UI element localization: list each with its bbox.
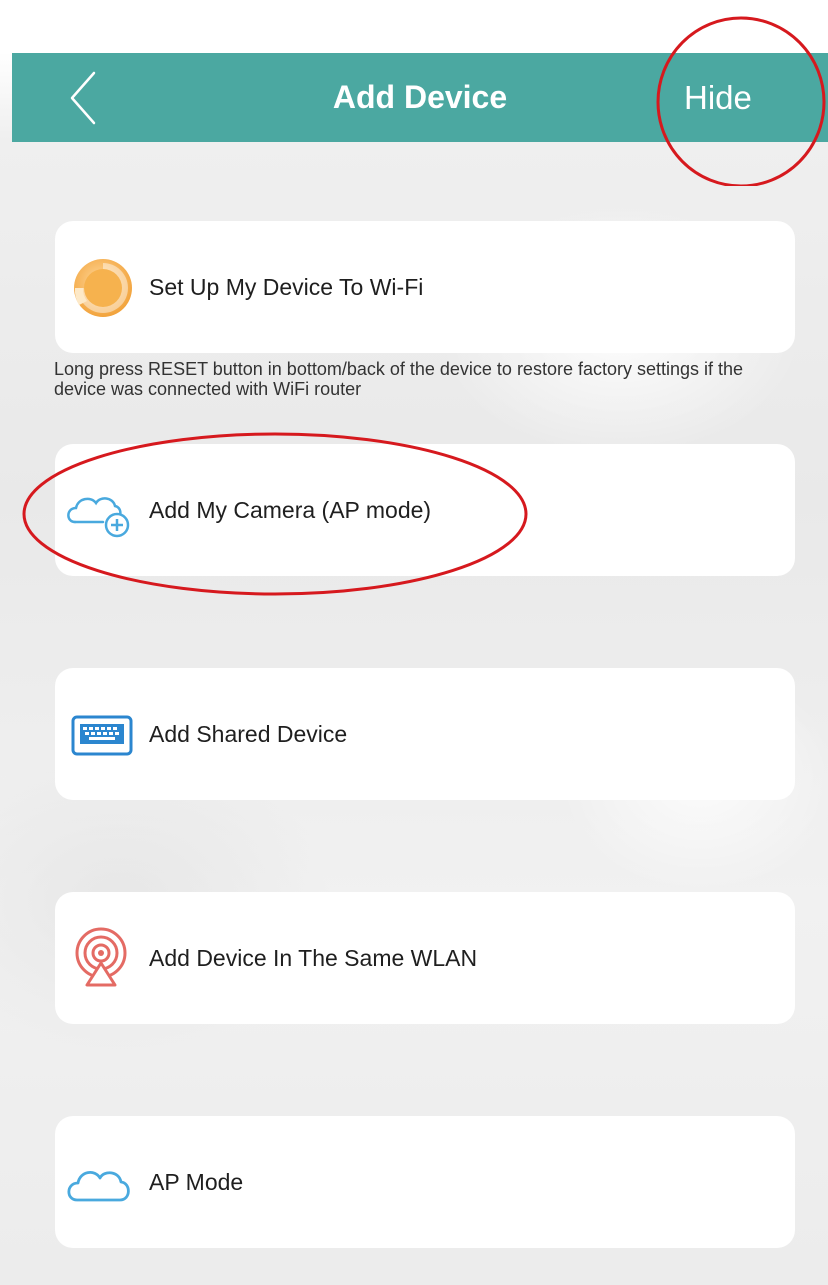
cloud-icon [67,1171,130,1202]
option-label: Add My Camera (AP mode) [149,497,432,523]
back-button[interactable] [64,67,114,129]
keyboard-icon [71,715,133,756]
nav-bar: Add Device Hide [12,53,828,142]
page-background [0,0,828,1285]
option-add-same-wlan[interactable]: Add Device In The Same WLAN [55,892,795,1024]
option-label: Add Shared Device [149,721,348,747]
option-ap-mode[interactable]: AP Mode [55,1116,795,1248]
option-add-camera-ap[interactable]: Add My Camera (AP mode) [55,444,795,576]
hide-button[interactable]: Hide [684,53,752,142]
option-label: Set Up My Device To Wi-Fi [149,274,424,300]
reset-hint: Long press RESET button in bottom/back o… [54,359,744,399]
chevron-left-icon [70,71,96,125]
option-setup-wifi[interactable]: Set Up My Device To Wi-Fi [55,221,795,353]
wlan-signal-icon [75,927,127,987]
option-add-shared-device[interactable]: Add Shared Device [55,668,795,800]
option-label: Add Device In The Same WLAN [149,945,478,971]
cloud-add-icon [67,497,130,538]
option-label: AP Mode [149,1169,244,1195]
wifi-setup-icon [74,259,132,317]
